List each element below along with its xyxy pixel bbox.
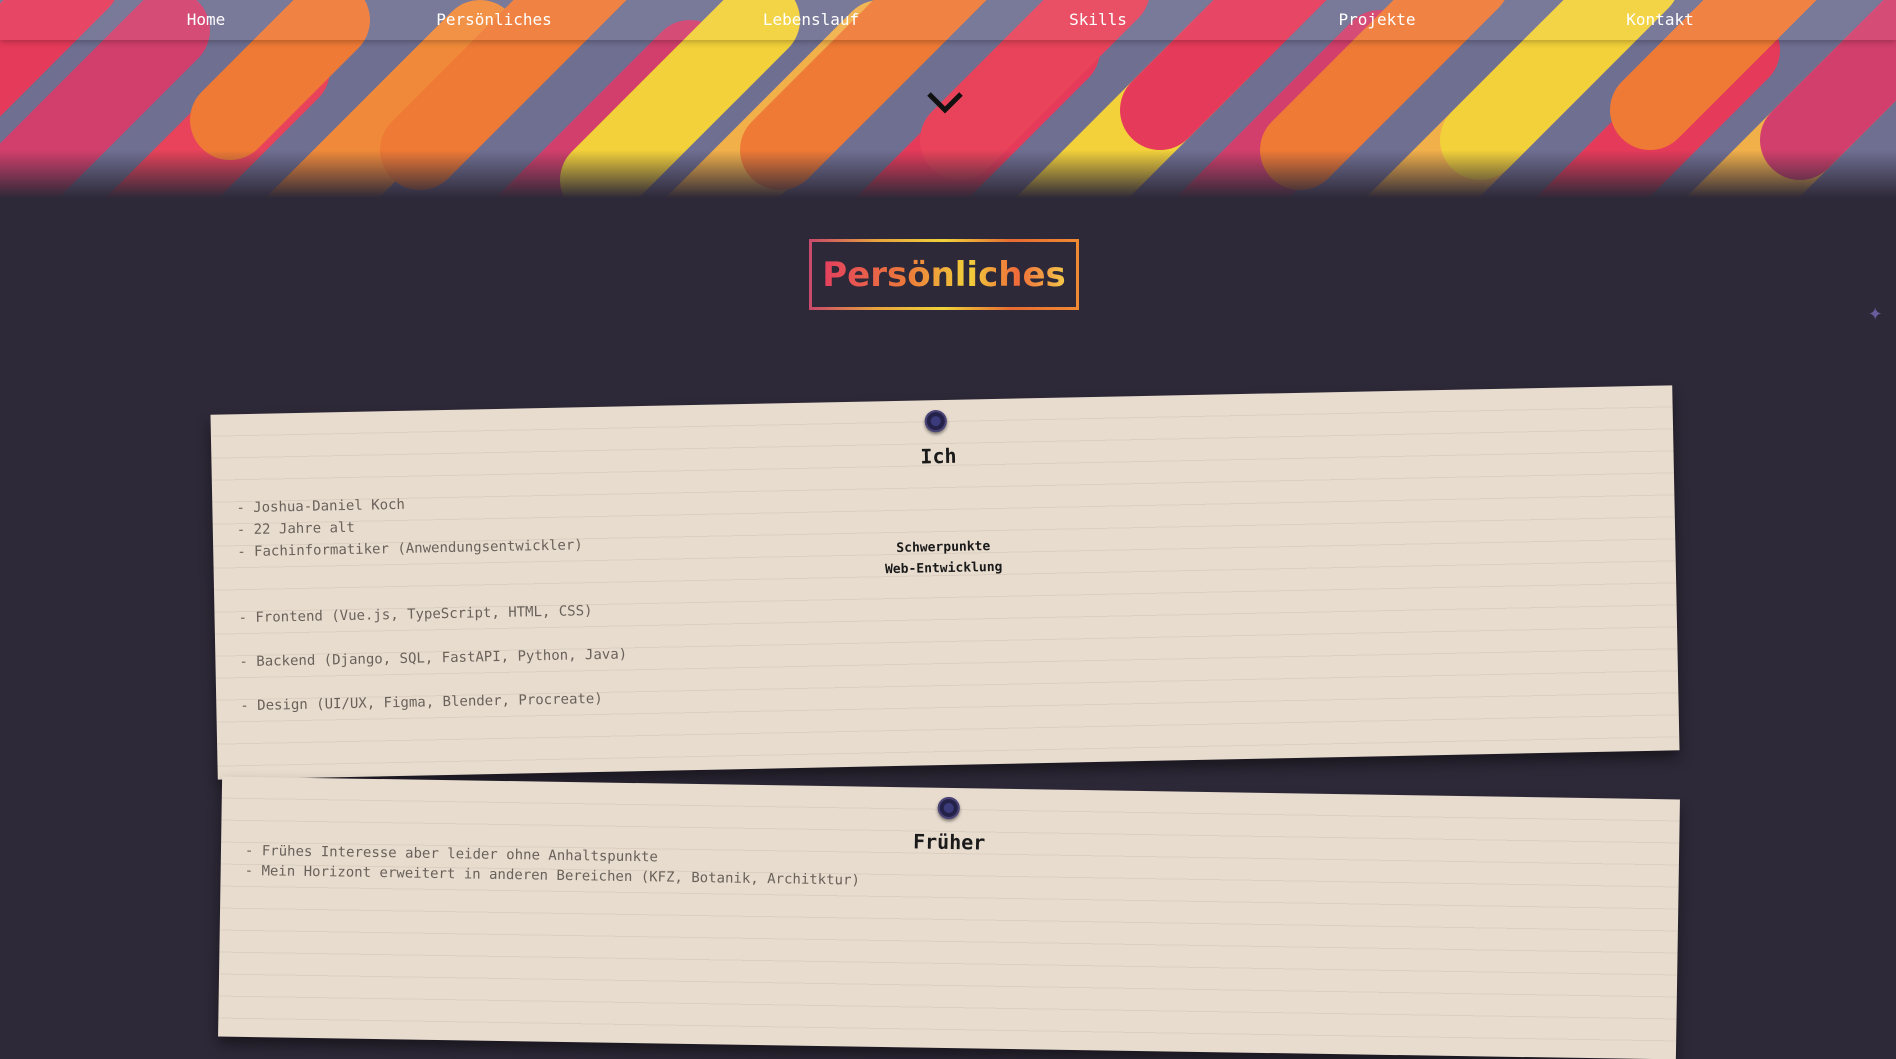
nav-home[interactable]: Home [187,10,226,29]
nav-skills[interactable]: Skills [1069,10,1127,29]
top-navbar: Home Persönliches Lebenslauf Skills Proj… [0,0,1896,40]
section-title-frame: Persönliches [809,239,1079,310]
focus-subheading: Web-Entwicklung [884,559,1003,578]
nav-lebenslauf[interactable]: Lebenslauf [763,10,859,29]
nav-projekte[interactable]: Projekte [1338,10,1415,29]
skill-line: - Frontend (Vue.js, TypeScript, HTML, CS… [238,603,593,627]
pin-icon [924,409,947,433]
scroll-down-button[interactable] [925,88,965,116]
chevron-down-icon [927,92,963,114]
skill-line: - Design (UI/UX, Figma, Blender, Procrea… [240,690,603,715]
info-line: - Joshua-Daniel Koch [236,496,406,517]
skill-line: - Backend (Django, SQL, FastAPI, Python,… [239,646,628,671]
section-title-inner: Persönliches [812,242,1076,307]
nav-persoenliches[interactable]: Persönliches [436,10,552,29]
card-title: Früher [912,829,986,855]
nav-kontakt[interactable]: Kontakt [1626,10,1693,29]
info-line: - Frühes Interesse aber leider ohne Anha… [244,842,659,866]
sparkle-icon[interactable]: ✦ [1868,298,1882,326]
info-line: - Fachinformatiker (Anwendungsentwickler… [237,537,583,561]
info-line: - 22 Jahre alt [236,519,355,539]
hero-fade [0,150,1896,198]
focus-heading: Schwerpunkte [896,539,991,556]
info-line: - Mein Horizont erweitert in anderen Ber… [244,862,860,889]
card-ich: Ich - Joshua-Daniel Koch - 22 Jahre alt … [210,385,1680,780]
section-title: Persönliches [822,254,1066,295]
card-title: Ich [920,443,957,469]
pin-icon [937,796,960,820]
